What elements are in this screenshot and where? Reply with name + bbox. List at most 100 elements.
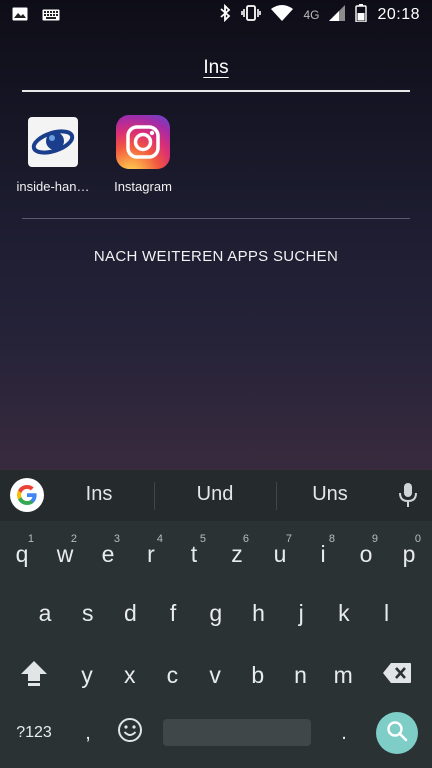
key-label: t <box>190 540 198 567</box>
key-label: k <box>338 599 350 626</box>
search-icon <box>386 720 408 746</box>
shift-icon <box>19 659 49 693</box>
symbols-key[interactable]: ?123 <box>6 715 62 751</box>
instagram-icon <box>116 115 170 169</box>
key-d[interactable]: d <box>110 588 150 638</box>
app-instagram[interactable]: Instagram <box>104 115 182 194</box>
app-label: Instagram <box>114 179 172 194</box>
emoji-key[interactable] <box>112 715 148 751</box>
key-label: i <box>320 540 326 567</box>
backspace-key[interactable] <box>374 652 420 700</box>
key-h[interactable]: h <box>239 588 279 638</box>
results-divider <box>22 218 410 219</box>
suggestion-separator <box>154 482 155 510</box>
key-label: p <box>402 540 416 567</box>
key-r[interactable]: r4 <box>131 529 171 579</box>
key-label: h <box>252 599 265 626</box>
key-w[interactable]: w2 <box>45 529 85 579</box>
key-label: u <box>273 540 287 567</box>
shift-key[interactable] <box>10 652 58 700</box>
key-a[interactable]: a <box>25 588 65 638</box>
bluetooth-icon <box>219 3 231 26</box>
app-label: inside-han… <box>16 179 90 194</box>
key-label: f <box>169 599 177 626</box>
comma-key[interactable]: , <box>70 715 106 751</box>
key-v[interactable]: v <box>195 650 235 700</box>
key-t[interactable]: t5 <box>174 529 214 579</box>
key-hint: 3 <box>113 533 120 545</box>
space-key[interactable] <box>163 719 311 746</box>
image-icon <box>12 6 28 25</box>
key-label: g <box>209 599 223 626</box>
key-label: z <box>231 540 243 567</box>
key-c[interactable]: c <box>152 650 192 700</box>
key-label: d <box>123 599 137 626</box>
keyboard: Ins Und Uns q1w2e3r4t5z6u7i8o9p0asdfghjk… <box>0 470 432 768</box>
vibrate-icon <box>241 5 262 25</box>
key-b[interactable]: b <box>238 650 278 700</box>
key-hint: 4 <box>156 533 163 545</box>
suggestion-2[interactable]: Und <box>160 483 270 506</box>
suggestion-3[interactable]: Uns <box>275 483 385 506</box>
key-q[interactable]: q1 <box>2 529 42 579</box>
key-hint: 0 <box>414 533 421 545</box>
key-label: j <box>298 599 304 626</box>
backspace-icon <box>382 662 412 690</box>
key-label: y <box>81 661 93 688</box>
key-i[interactable]: i8 <box>303 529 343 579</box>
key-hint: 5 <box>199 533 206 545</box>
key-hint: 8 <box>328 533 335 545</box>
key-hint: 9 <box>371 533 378 545</box>
key-z[interactable]: z6 <box>217 529 257 579</box>
key-u[interactable]: u7 <box>260 529 300 579</box>
signal-icon <box>329 5 346 25</box>
key-label: l <box>384 599 390 626</box>
battery-icon <box>355 4 368 26</box>
network-type: 4G <box>303 8 320 22</box>
keyboard-icon <box>42 6 60 25</box>
key-label: s <box>81 599 94 626</box>
key-hint: 1 <box>27 533 34 545</box>
key-hint: 2 <box>70 533 77 545</box>
search-key[interactable] <box>376 712 418 754</box>
key-k[interactable]: k <box>324 588 364 638</box>
search-query[interactable]: Ins <box>22 54 410 84</box>
key-label: c <box>166 661 179 688</box>
key-s[interactable]: s <box>68 588 108 638</box>
key-label: q <box>15 540 29 567</box>
wifi-icon <box>271 5 294 25</box>
app-search-field[interactable]: Ins <box>22 54 410 92</box>
key-p[interactable]: p0 <box>389 529 429 579</box>
key-o[interactable]: o9 <box>346 529 386 579</box>
key-g[interactable]: g <box>196 588 236 638</box>
key-label: a <box>38 599 52 626</box>
key-e[interactable]: e3 <box>88 529 128 579</box>
clock: 20:18 <box>377 6 420 23</box>
key-j[interactable]: j <box>281 588 321 638</box>
key-x[interactable]: x <box>110 650 150 700</box>
search-more-apps-button[interactable]: NACH WEITEREN APPS SUCHEN <box>0 248 432 265</box>
suggestion-bar: Ins Und Uns <box>0 470 432 521</box>
key-f[interactable]: f <box>153 588 193 638</box>
key-label: x <box>123 661 136 688</box>
search-underline <box>22 90 410 92</box>
period-key[interactable]: . <box>326 715 362 751</box>
key-y[interactable]: y <box>67 650 107 700</box>
key-hint: 7 <box>285 533 292 545</box>
key-m[interactable]: m <box>323 650 363 700</box>
key-label: v <box>209 661 221 688</box>
key-n[interactable]: n <box>281 650 321 700</box>
app-results: inside-han… Instagram <box>14 115 182 194</box>
key-hint: 6 <box>242 533 249 545</box>
inside-handy-icon <box>26 115 80 169</box>
key-label: n <box>294 661 307 688</box>
app-inside-handy[interactable]: inside-han… <box>14 115 92 194</box>
key-label: m <box>333 661 353 688</box>
key-label: o <box>359 540 373 567</box>
google-icon[interactable] <box>10 478 44 512</box>
suggestion-1[interactable]: Ins <box>44 483 154 506</box>
key-l[interactable]: l <box>367 588 407 638</box>
microphone-icon[interactable] <box>398 482 418 512</box>
key-label: e <box>101 540 115 567</box>
key-label: r <box>147 540 155 567</box>
